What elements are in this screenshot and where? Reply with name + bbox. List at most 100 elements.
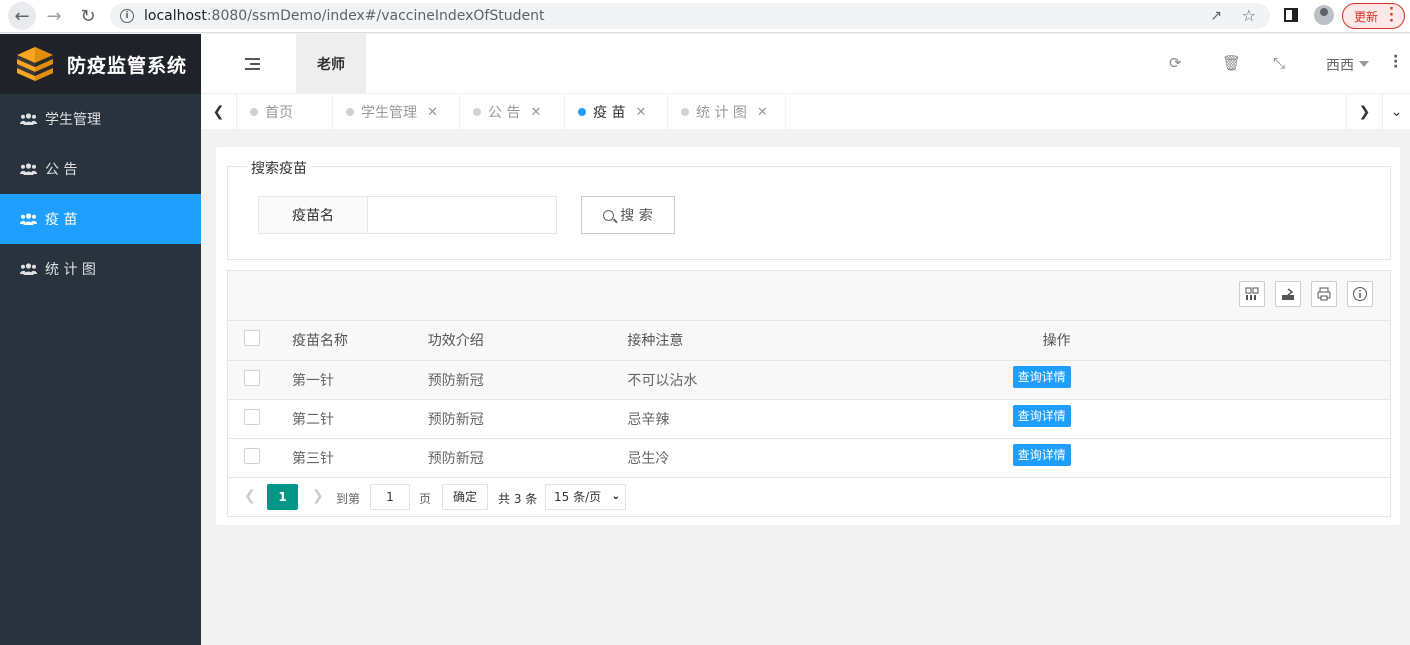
users-icon <box>20 113 37 125</box>
close-icon[interactable]: ✕ <box>757 105 768 120</box>
tab-4[interactable]: 统 计 图 ✕ <box>668 94 786 130</box>
tab-dot <box>346 108 354 116</box>
search-legend: 搜索疫苗 <box>247 158 311 178</box>
table-toolbar <box>228 271 1390 321</box>
tab-1[interactable]: 学生管理 ✕ <box>333 94 460 130</box>
cell-action: 查询详情 <box>1012 399 1390 439</box>
col-header-action: 操作 <box>1026 321 1390 361</box>
sidebar-item-1[interactable]: 公 告 <box>0 144 201 194</box>
table-header-row: 疫苗名称 功效介绍 接种注意 操作 <box>228 321 1390 361</box>
current-page-button[interactable]: 1 <box>267 483 298 510</box>
tab-dot <box>681 108 689 116</box>
query-detail-button[interactable]: 查询详情 <box>1012 443 1071 466</box>
tab-scroll-right-icon[interactable]: ❯ <box>1346 94 1382 130</box>
prev-page-icon[interactable]: ❮ <box>244 488 256 504</box>
sidebar-item-0[interactable]: 学生管理 <box>0 94 201 144</box>
sidebar-item-2[interactable]: 疫 苗 <box>0 194 201 244</box>
sidebar-item-3[interactable]: 统 计 图 <box>0 244 201 294</box>
role-tab[interactable]: 老师 <box>296 34 366 94</box>
vaccine-name-input[interactable] <box>367 196 557 234</box>
update-label: 更新 <box>1354 9 1379 24</box>
tab-label: 疫 苗 <box>593 105 626 121</box>
share-icon[interactable]: ↗ <box>1210 8 1222 24</box>
url-path: /ssmDemo/index#/vaccineIndexOfStudent <box>247 8 545 24</box>
col-header-action-label: 操作 <box>1042 333 1071 350</box>
tab-scroll-left-icon[interactable]: ❮ <box>201 94 237 130</box>
tab-dropdown-icon[interactable]: ⌄ <box>1382 94 1410 130</box>
select-all-checkbox[interactable] <box>244 330 260 347</box>
profile-avatar-icon[interactable] <box>1314 5 1334 25</box>
reload-icon[interactable]: ↻ <box>74 2 102 30</box>
user-name[interactable]: 西西 <box>1326 55 1354 75</box>
cell-action: 查询详情 <box>1012 360 1390 400</box>
refresh-icon[interactable]: ⟳ <box>1169 54 1182 72</box>
row-select-cell <box>228 438 278 478</box>
cell-name: 第三针 <box>277 438 428 478</box>
tab-0[interactable]: 首页 <box>237 94 333 130</box>
table-row[interactable]: 第一针 预防新冠 不可以沾水 查询详情 <box>228 360 1390 400</box>
back-arrow-icon[interactable]: ← <box>8 2 36 30</box>
chevron-down-icon: ⌄ <box>611 490 620 502</box>
users-icon <box>20 163 37 175</box>
chevron-down-icon[interactable] <box>1359 61 1369 67</box>
table-body: 第一针 预防新冠 不可以沾水 查询详情 第二针 预防新冠 忌辛辣 查询详情 第三针 预防新冠 忌生冷… <box>228 360 1390 478</box>
row-checkbox[interactable] <box>244 408 260 425</box>
row-checkbox[interactable] <box>244 447 260 464</box>
sidebar: 防疫监管系统 学生管理公 告疫 苗统 计 图 <box>0 34 201 645</box>
row-select-cell <box>228 399 278 439</box>
export-icon[interactable] <box>1275 281 1301 307</box>
cell-notice: 忌辛辣 <box>627 399 1027 439</box>
url-text[interactable]: localhost:8080/ssmDemo/index#/vaccineInd… <box>144 8 544 24</box>
tab-label: 首页 <box>265 105 293 121</box>
close-icon[interactable]: ✕ <box>635 105 646 120</box>
columns-filter-icon[interactable] <box>1239 281 1265 307</box>
table-row[interactable]: 第二针 预防新冠 忌辛辣 查询详情 <box>228 399 1390 439</box>
row-checkbox[interactable] <box>244 369 260 386</box>
print-icon[interactable] <box>1311 281 1337 307</box>
logo-area: 防疫监管系统 <box>0 34 201 94</box>
row-select-cell <box>228 360 278 400</box>
trash-icon[interactable]: 🗑 <box>1222 54 1241 72</box>
page-size-select[interactable]: 15 条/页 ⌄ <box>545 483 626 510</box>
search-icon <box>603 209 615 221</box>
sidebar-item-label: 学生管理 <box>45 112 101 128</box>
search-button-label: 搜 索 <box>620 208 653 224</box>
table-row[interactable]: 第三针 预防新冠 忌生冷 查询详情 <box>228 438 1390 478</box>
site-info-icon[interactable]: i <box>120 9 134 23</box>
query-detail-button[interactable]: 查询详情 <box>1012 365 1071 388</box>
vaccine-name-label: 疫苗名 <box>258 196 368 234</box>
url-host: localhost <box>144 8 207 24</box>
sidebar-menu: 学生管理公 告疫 苗统 计 图 <box>0 94 201 294</box>
query-detail-button[interactable]: 查询详情 <box>1012 404 1071 427</box>
cell-action: 查询详情 <box>1012 438 1390 478</box>
bookmark-star-icon[interactable]: ☆ <box>1242 6 1256 25</box>
close-icon[interactable]: ✕ <box>530 105 541 120</box>
next-page-icon[interactable]: ❯ <box>312 488 324 504</box>
tab-label: 统 计 图 <box>696 105 747 121</box>
tab-3[interactable]: 疫 苗 ✕ <box>565 94 668 130</box>
address-bar[interactable]: i localhost:8080/ssmDemo/index#/vaccineI… <box>110 3 1270 29</box>
search-button[interactable]: 搜 索 <box>581 196 675 234</box>
close-icon[interactable]: ✕ <box>427 105 438 120</box>
side-panel-icon[interactable] <box>1284 8 1298 22</box>
data-table: 疫苗名称 功效介绍 接种注意 操作 第一针 预防新冠 不可以沾水 查询详情 第二针 预防新… <box>228 321 1390 478</box>
fullscreen-icon[interactable]: ⤡ <box>1273 54 1285 72</box>
cell-name: 第一针 <box>277 360 428 400</box>
vaccine-table: 疫苗名称 功效介绍 接种注意 操作 第一针 预防新冠 不可以沾水 查询详情 第二针 预防新… <box>227 270 1391 517</box>
col-header-notice: 接种注意 <box>627 321 1027 361</box>
more-vertical-icon[interactable]: · · · <box>1393 50 1398 74</box>
goto-label: 到第 <box>336 491 361 506</box>
cell-notice: 忌生冷 <box>627 438 1027 478</box>
browser-update-button[interactable]: 更新 · · · <box>1342 3 1405 29</box>
page-unit-label: 页 <box>419 491 432 506</box>
users-icon <box>20 263 37 275</box>
goto-confirm-button[interactable]: 确定 <box>442 483 488 510</box>
info-icon[interactable] <box>1347 281 1373 307</box>
goto-page-input[interactable]: 1 <box>370 483 410 510</box>
col-header-effect: 功效介绍 <box>427 321 628 361</box>
tab-bar: ❮ 首页 学生管理 ✕ 公 告 ✕ 疫 苗 ✕ 统 计 图 ✕ ❯ ⌄ <box>201 94 1410 130</box>
menu-toggle-icon[interactable] <box>245 58 260 70</box>
forward-arrow-icon[interactable]: → <box>40 2 68 30</box>
kebab-menu-icon: · · · <box>1389 2 1394 29</box>
tab-2[interactable]: 公 告 ✕ <box>460 94 565 130</box>
